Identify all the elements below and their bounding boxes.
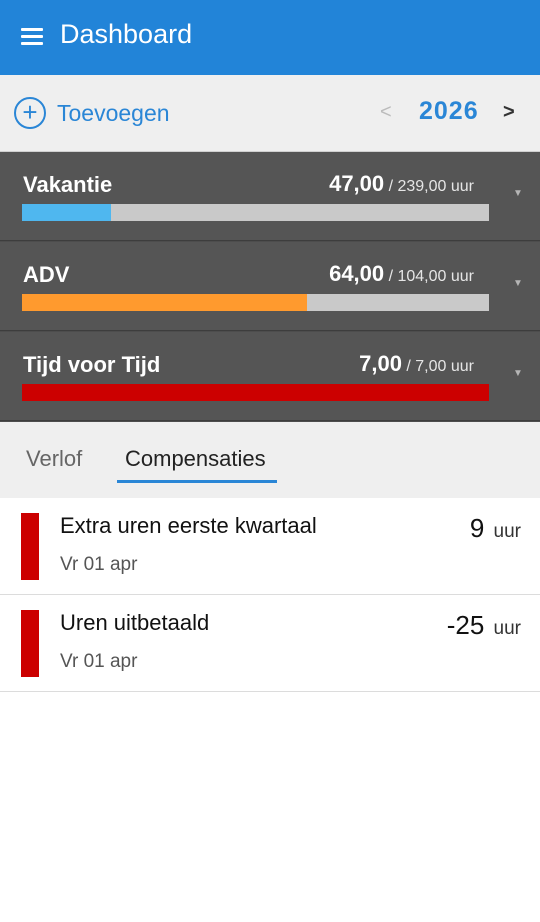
balance-used: 7,00 bbox=[359, 351, 402, 376]
balance-progress-bar bbox=[22, 384, 489, 401]
balance-name: Tijd voor Tijd bbox=[23, 352, 161, 377]
balance-progress-bar bbox=[22, 294, 489, 311]
app-bar: Dashboard bbox=[0, 0, 540, 75]
entry-amount-value: -25 bbox=[446, 610, 485, 640]
page-title: Dashboard bbox=[60, 19, 193, 49]
entry-title: Extra uren eerste kwartaal bbox=[60, 513, 317, 538]
balance-total: / 239,00 uur bbox=[388, 178, 474, 195]
add-button[interactable]: + Toevoegen bbox=[14, 95, 170, 131]
entry-title: Uren uitbetaald bbox=[60, 610, 210, 635]
type-color-marker bbox=[21, 610, 39, 677]
type-color-marker bbox=[21, 513, 39, 580]
tab-bar: Verlof Compensaties bbox=[0, 422, 540, 498]
entry-amount-unit: uur bbox=[493, 521, 521, 542]
hamburger-menu-icon[interactable] bbox=[21, 28, 43, 46]
entry-date: Vr 01 apr bbox=[60, 651, 138, 672]
year-toolbar: + Toevoegen < 2026 > bbox=[0, 75, 540, 152]
expand-arrow-icon[interactable]: ▼ bbox=[513, 188, 523, 199]
next-year-button[interactable]: > bbox=[503, 101, 515, 124]
balance-progress-fill bbox=[22, 294, 307, 311]
previous-year-button[interactable]: < bbox=[380, 101, 392, 124]
entry-amount: -25 uur bbox=[447, 610, 521, 641]
balance-adv[interactable]: ADV 64,00 / 104,00 uur ▼ bbox=[0, 242, 540, 331]
balance-list: Vakantie 47,00 / 239,00 uur ▼ ADV 64,00 … bbox=[0, 152, 540, 422]
balance-used: 47,00 bbox=[329, 171, 385, 196]
balance-total: / 7,00 uur bbox=[406, 358, 474, 375]
balance-progress-bar bbox=[22, 204, 489, 221]
list-item[interactable]: Extra uren eerste kwartaal Vr 01 apr 9 u… bbox=[0, 498, 540, 595]
tab-compensaties[interactable]: Compensaties bbox=[125, 446, 266, 472]
balance-progress-fill bbox=[22, 384, 489, 401]
entry-amount: 9 uur bbox=[470, 513, 521, 544]
expand-arrow-icon[interactable]: ▼ bbox=[513, 368, 523, 379]
active-tab-indicator bbox=[117, 480, 277, 483]
year-label: 2026 bbox=[419, 97, 479, 125]
expand-arrow-icon[interactable]: ▼ bbox=[513, 278, 523, 289]
balance-name: ADV bbox=[23, 262, 70, 287]
entry-date: Vr 01 apr bbox=[60, 554, 138, 575]
balance-name: Vakantie bbox=[23, 172, 113, 197]
balance-value: 47,00 / 239,00 uur bbox=[329, 171, 474, 197]
plus-circle-icon: + bbox=[14, 97, 46, 129]
entry-amount-unit: uur bbox=[493, 618, 521, 639]
balance-used: 64,00 bbox=[329, 261, 385, 286]
balance-total: / 104,00 uur bbox=[388, 268, 474, 285]
balance-tijd-voor-tijd[interactable]: Tijd voor Tijd 7,00 / 7,00 uur ▼ bbox=[0, 332, 540, 421]
add-button-label: Toevoegen bbox=[57, 99, 170, 126]
tab-verlof[interactable]: Verlof bbox=[26, 446, 82, 472]
balance-value: 7,00 / 7,00 uur bbox=[359, 351, 474, 377]
balance-value: 64,00 / 104,00 uur bbox=[329, 261, 474, 287]
balance-vakantie[interactable]: Vakantie 47,00 / 239,00 uur ▼ bbox=[0, 152, 540, 241]
list-item[interactable]: Uren uitbetaald Vr 01 apr -25 uur bbox=[0, 595, 540, 692]
balance-progress-fill bbox=[22, 204, 111, 221]
compensation-list: Extra uren eerste kwartaal Vr 01 apr 9 u… bbox=[0, 498, 540, 692]
entry-amount-value: 9 bbox=[469, 513, 485, 543]
